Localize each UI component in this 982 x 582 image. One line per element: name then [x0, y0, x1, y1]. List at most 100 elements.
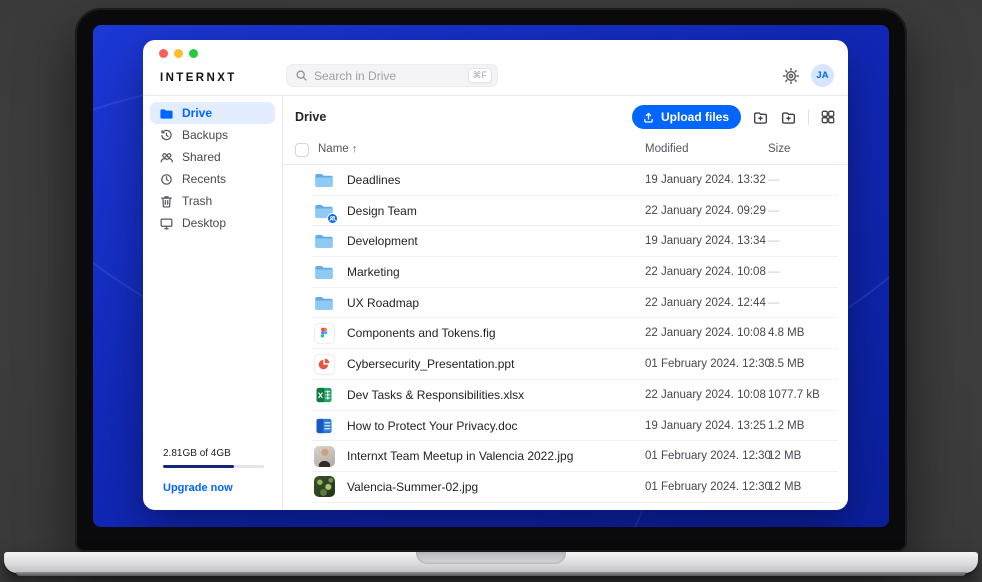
- history-icon: [159, 128, 174, 143]
- file-name: Deadlines: [347, 165, 400, 196]
- column-header-modified[interactable]: Modified: [645, 143, 688, 155]
- folder-icon: [313, 261, 335, 283]
- file-name: UX Roadmap: [347, 288, 419, 319]
- upgrade-now-link[interactable]: Upgrade now: [163, 482, 233, 494]
- table-row[interactable]: Deadlines19 January 2024. 13:32—: [283, 165, 848, 196]
- file-size: —: [768, 288, 780, 319]
- modified-date: 22 January 2024. 10:08: [645, 257, 766, 288]
- file-name: Design Team: [347, 196, 417, 227]
- storage-progress-bar: [163, 465, 264, 468]
- file-list: Deadlines19 January 2024. 13:32—Design T…: [283, 165, 848, 510]
- modified-date: 19 January 2024. 13:34: [645, 226, 766, 257]
- file-name: Development: [347, 226, 418, 257]
- traffic-light-zoom[interactable]: [189, 49, 198, 58]
- column-header-size[interactable]: Size: [768, 143, 790, 155]
- sidebar-item-label: Shared: [182, 150, 221, 164]
- sort-arrow-icon: ↑: [352, 143, 358, 155]
- file-name: Dev Tasks & Responsibilities.xlsx: [347, 380, 524, 411]
- file-size: —: [768, 226, 780, 257]
- table-header: Name ↑ Modified Size: [283, 136, 848, 165]
- file-size: —: [768, 165, 780, 196]
- upload-files-label: Upload files: [661, 110, 729, 124]
- sidebar-item-label: Trash: [182, 194, 212, 208]
- upload-files-button[interactable]: Upload files: [632, 105, 741, 129]
- settings-gear-icon[interactable]: [783, 68, 799, 84]
- drive-folder-icon: [159, 106, 174, 121]
- table-row[interactable]: Design Team 22 January 2024. 09:29—: [283, 196, 848, 227]
- topbar-right: Search in Drive ⌘F JA: [283, 40, 848, 95]
- select-all-checkbox[interactable]: [295, 143, 309, 157]
- user-avatar[interactable]: JA: [811, 64, 834, 87]
- sidebar-item-label: Drive: [182, 106, 212, 120]
- topbar-left: INTERNXT: [143, 40, 283, 95]
- app-window: INTERNXT Search in Drive ⌘F: [143, 40, 848, 510]
- table-row[interactable]: Internxt Team Meetup in Valencia 2022.jp…: [283, 441, 848, 472]
- modified-date: 22 January 2024. 10:08: [645, 318, 766, 349]
- file-name: How to Protect Your Privacy.doc: [347, 411, 518, 442]
- sidebar: Drive Backups Shared Recents Trash Desktop 2.…: [143, 96, 283, 510]
- sidebar-item-recents[interactable]: Recents: [150, 168, 275, 190]
- column-header-name[interactable]: Name ↑: [318, 143, 357, 155]
- file-size: —: [768, 196, 780, 227]
- file-size: —: [768, 257, 780, 288]
- doc-icon: [313, 415, 335, 437]
- folder-icon: [313, 292, 335, 314]
- table-row[interactable]: Components and Tokens.fig 22 January 2024…: [283, 318, 848, 349]
- folder-icon: [313, 230, 335, 252]
- sidebar-item-backups[interactable]: Backups: [150, 124, 275, 146]
- trash-icon: [159, 194, 174, 209]
- sidebar-nav: Drive Backups Shared Recents Trash Desktop: [143, 102, 282, 234]
- grid-view-icon[interactable]: [820, 109, 836, 125]
- table-row[interactable]: Development 19 January 2024. 13:34—: [283, 226, 848, 257]
- new-folder-icon[interactable]: [752, 109, 769, 126]
- sidebar-item-label: Recents: [182, 172, 226, 186]
- folder-icon: [313, 200, 335, 222]
- header-actions: Upload files: [632, 105, 836, 129]
- topbar-actions: JA: [783, 64, 834, 87]
- file-name: Marketing: [347, 257, 400, 288]
- table-row[interactable]: How to Protect Your Privacy.doc19 Januar…: [283, 411, 848, 442]
- traffic-lights: [159, 49, 198, 58]
- modified-date: 01 February 2024. 12:30: [645, 472, 771, 503]
- modified-date: 22 January 2024. 12:44: [645, 288, 766, 319]
- file-name: Cybersecurity_Presentation.ppt: [347, 349, 514, 380]
- table-row[interactable]: Cybersecurity_Presentation.ppt 01 Februar…: [283, 349, 848, 380]
- main-header: Drive Upload files: [283, 96, 848, 136]
- window-body: Drive Backups Shared Recents Trash Desktop 2.…: [143, 96, 848, 510]
- traffic-light-close[interactable]: [159, 49, 168, 58]
- sidebar-item-shared[interactable]: Shared: [150, 146, 275, 168]
- file-size: 3.5 MB: [768, 349, 804, 380]
- modified-date: 01 February 2024. 12:30: [645, 349, 771, 380]
- file-size: 12 MB: [768, 441, 801, 472]
- search-shortcut-badge: ⌘F: [468, 68, 493, 83]
- xlsx-icon: [313, 384, 335, 406]
- folder-icon: [313, 169, 335, 191]
- table-row[interactable]: Valencia-Summer-02.jpg 01 February 2024. …: [283, 472, 848, 503]
- sidebar-item-label: Desktop: [182, 216, 226, 230]
- breadcrumb: Drive: [295, 110, 326, 124]
- modified-date: 22 January 2024. 09:29: [645, 196, 766, 227]
- file-name: Valencia-Summer-02.jpg: [347, 472, 478, 503]
- traffic-light-minimize[interactable]: [174, 49, 183, 58]
- upload-folder-icon[interactable]: [780, 109, 797, 126]
- file-size: 12 MB: [768, 472, 801, 503]
- storage-widget: 2.81GB of 4GB Upgrade now: [143, 448, 282, 496]
- table-row[interactable]: UX Roadmap 22 January 2024. 12:44—: [283, 288, 848, 319]
- people-icon: [159, 150, 174, 165]
- table-row[interactable]: Dev Tasks & Responsibilities.xlsx22 Janu…: [283, 380, 848, 411]
- storage-usage-label: 2.81GB of 4GB: [163, 448, 264, 459]
- sidebar-item-desktop[interactable]: Desktop: [150, 212, 275, 234]
- sidebar-item-drive[interactable]: Drive: [150, 102, 275, 124]
- file-name: Components and Tokens.fig: [347, 318, 496, 349]
- search-input[interactable]: Search in Drive ⌘F: [286, 64, 498, 87]
- clock-icon: [159, 172, 174, 187]
- photo-person-thumbnail: [313, 445, 335, 467]
- laptop-base-notch: [416, 552, 566, 564]
- table-row[interactable]: Marketing 22 January 2024. 10:08—: [283, 257, 848, 288]
- main-content: Drive Upload files: [283, 96, 848, 510]
- search-icon: [295, 69, 308, 82]
- desktop-wallpaper: INTERNXT Search in Drive ⌘F: [93, 25, 889, 527]
- sidebar-item-trash[interactable]: Trash: [150, 190, 275, 212]
- window-topbar: INTERNXT Search in Drive ⌘F: [143, 40, 848, 96]
- ppt-icon: [313, 353, 335, 375]
